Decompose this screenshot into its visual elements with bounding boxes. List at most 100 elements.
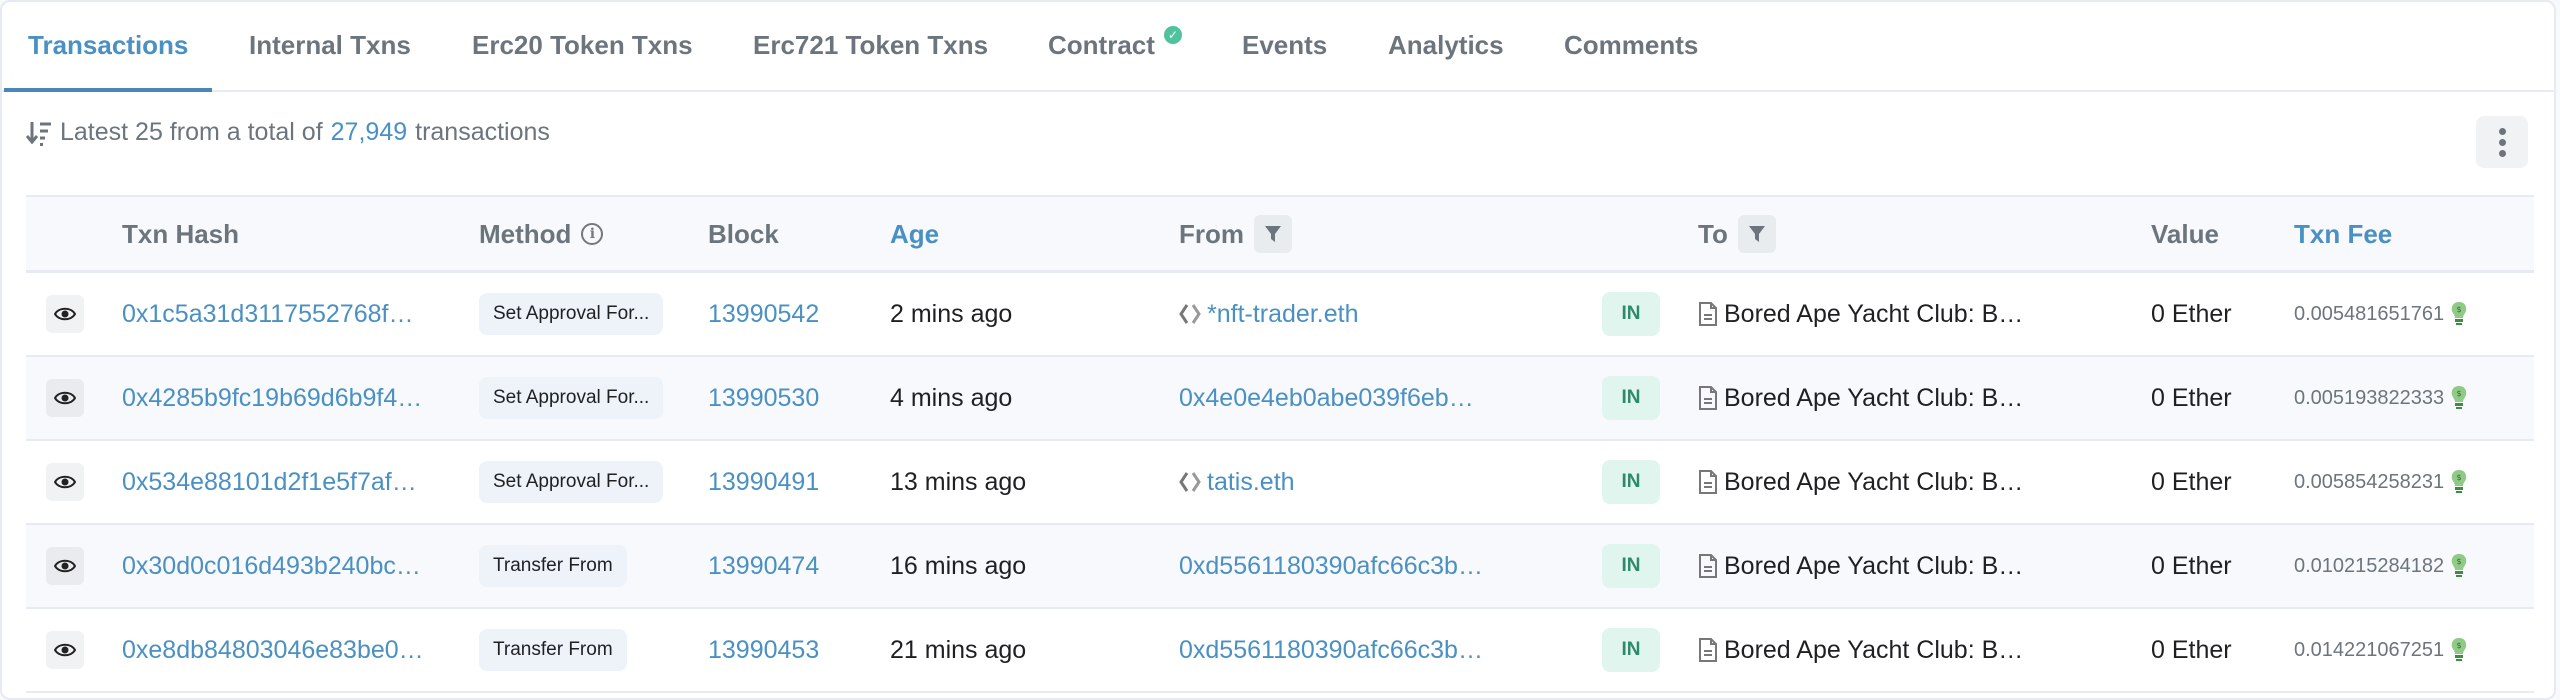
preview-cell	[46, 441, 84, 523]
to-contract-link[interactable]: Bored Ape Yacht Club: B…	[1724, 468, 2023, 497]
column-method: Method i	[479, 197, 604, 271]
contract-document-icon	[1699, 554, 1717, 578]
from-address-link[interactable]: 0x4e0e4eb0abe039f6eb…	[1179, 384, 1474, 413]
tab-label: Comments	[1564, 30, 1699, 60]
view-details-button[interactable]	[46, 547, 84, 585]
block-link[interactable]: 13990474	[708, 525, 819, 607]
value-text: 0 Ether	[2151, 635, 2232, 664]
fee-cell: 0.005481651761 $	[2294, 273, 2468, 355]
from-filter-button[interactable]	[1254, 215, 1292, 253]
from-address-link[interactable]: 0xd5561180390afc66c3b…	[1179, 636, 1483, 665]
tab-transactions[interactable]: Transactions	[4, 2, 213, 92]
block-link[interactable]: 13990530	[708, 357, 819, 439]
txn-hash-link[interactable]: 0x1c5a31d3117552768f…	[122, 273, 413, 355]
from-address-link[interactable]: 0xd5561180390afc66c3b…	[1179, 552, 1483, 581]
txn-hash-link[interactable]: 0x30d0c016d493b240bc…	[122, 525, 421, 607]
column-label: To	[1698, 219, 1728, 249]
view-details-button[interactable]	[46, 463, 84, 501]
tab-internal-txns[interactable]: Internal Txns	[225, 2, 435, 90]
direction-in-badge: IN	[1602, 292, 1660, 336]
column-label: Txn Fee	[2294, 219, 2393, 249]
table-row: 0xe8db84803046e83be0… Transfer From 1399…	[26, 609, 2534, 693]
method-badge: Set Approval For...	[479, 377, 664, 419]
fee-cell: 0.010215284182 $	[2294, 525, 2468, 607]
more-options-button[interactable]	[2476, 116, 2528, 168]
method-cell: Set Approval For...	[479, 273, 664, 355]
to-contract-link[interactable]: Bored Ape Yacht Club: B…	[1724, 552, 2023, 581]
preview-cell	[46, 357, 84, 439]
block-link[interactable]: 13990542	[708, 273, 819, 355]
block-link[interactable]: 13990453	[708, 609, 819, 691]
tab-analytics[interactable]: Analytics	[1364, 2, 1528, 90]
transactions-summary: Latest 25 from a total of 27,949 transac…	[26, 118, 550, 147]
gas-price-icon[interactable]: $	[2450, 385, 2468, 411]
svg-text:$: $	[2457, 389, 2462, 398]
to-cell: Bored Ape Yacht Club: B…	[1698, 273, 2023, 355]
block-link[interactable]: 13990491	[708, 441, 819, 523]
eye-icon	[54, 307, 76, 321]
ens-icon	[1179, 472, 1201, 492]
txn-hash-link[interactable]: 0x534e88101d2f1e5f7af…	[122, 441, 417, 523]
column-age[interactable]: Age	[890, 197, 939, 271]
gas-price-icon[interactable]: $	[2450, 553, 2468, 579]
contract-document-icon	[1699, 638, 1717, 662]
column-label: From	[1179, 219, 1244, 249]
column-txn-fee[interactable]: Txn Fee	[2294, 197, 2392, 271]
direction-in-badge: IN	[1602, 460, 1660, 504]
table-row: 0x30d0c016d493b240bc… Transfer From 1399…	[26, 525, 2534, 609]
tab-label: Events	[1242, 30, 1328, 60]
direction-cell: IN	[1602, 273, 1660, 355]
total-transactions-count[interactable]: 27,949	[331, 118, 407, 147]
from-address-link[interactable]: tatis.eth	[1207, 468, 1295, 497]
value-text: 0 Ether	[2151, 551, 2232, 580]
value-text: 0 Ether	[2151, 467, 2232, 496]
preview-cell	[46, 525, 84, 607]
table-row: 0x534e88101d2f1e5f7af… Set Approval For.…	[26, 441, 2534, 525]
fee-cell: 0.005854258231 $	[2294, 441, 2468, 523]
txn-hash-link[interactable]: 0x4285b9fc19b69d6b9f4…	[122, 357, 422, 439]
txn-fee-text: 0.010215284182	[2294, 554, 2445, 577]
eye-icon	[54, 475, 76, 489]
tab-label: Internal Txns	[249, 30, 411, 60]
tab-label: Erc721 Token Txns	[753, 30, 989, 60]
view-details-button[interactable]	[46, 379, 84, 417]
tab-erc20-token-txns[interactable]: Erc20 Token Txns	[448, 2, 717, 90]
eye-icon	[54, 643, 76, 657]
method-cell: Transfer From	[479, 525, 627, 607]
svg-text:$: $	[2457, 641, 2462, 650]
to-contract-link[interactable]: Bored Ape Yacht Club: B…	[1724, 636, 2023, 665]
to-filter-button[interactable]	[1737, 215, 1776, 253]
tab-bar: Transactions Internal Txns Erc20 Token T…	[2, 2, 2554, 92]
tab-comments[interactable]: Comments	[1540, 2, 1722, 90]
to-contract-link[interactable]: Bored Ape Yacht Club: B…	[1724, 384, 2023, 413]
direction-cell: IN	[1602, 357, 1660, 439]
age-text: 16 mins ago	[890, 551, 1027, 580]
contract-document-icon	[1699, 470, 1717, 494]
column-txn-hash: Txn Hash	[122, 197, 239, 271]
svg-text:$: $	[2457, 557, 2462, 566]
tab-contract[interactable]: Contract	[1024, 2, 1179, 90]
gas-price-icon[interactable]: $	[2450, 469, 2468, 495]
filter-icon	[1748, 226, 1765, 242]
fee-cell: 0.005193822333 $	[2294, 357, 2468, 439]
gas-price-icon[interactable]: $	[2450, 637, 2468, 663]
from-address-link[interactable]: *nft-trader.eth	[1207, 300, 1358, 329]
from-cell: *nft-trader.eth	[1179, 273, 1358, 355]
sort-descending-icon	[26, 121, 51, 146]
direction-cell: IN	[1602, 525, 1660, 607]
view-details-button[interactable]	[46, 631, 84, 669]
column-label: Method	[479, 219, 572, 249]
method-badge: Set Approval For...	[479, 461, 664, 503]
to-contract-link[interactable]: Bored Ape Yacht Club: B…	[1724, 300, 2023, 329]
direction-cell: IN	[1602, 609, 1660, 691]
tab-erc721-token-txns[interactable]: Erc721 Token Txns	[729, 2, 1012, 90]
view-details-button[interactable]	[46, 295, 84, 333]
method-cell: Transfer From	[479, 609, 627, 691]
info-icon[interactable]: i	[581, 223, 604, 245]
column-label: Txn Hash	[122, 219, 240, 249]
age-text: 4 mins ago	[890, 383, 1013, 412]
txn-hash-link[interactable]: 0xe8db84803046e83be0…	[122, 609, 424, 691]
tab-events[interactable]: Events	[1218, 2, 1351, 90]
method-cell: Set Approval For...	[479, 357, 664, 439]
gas-price-icon[interactable]: $	[2450, 301, 2468, 327]
